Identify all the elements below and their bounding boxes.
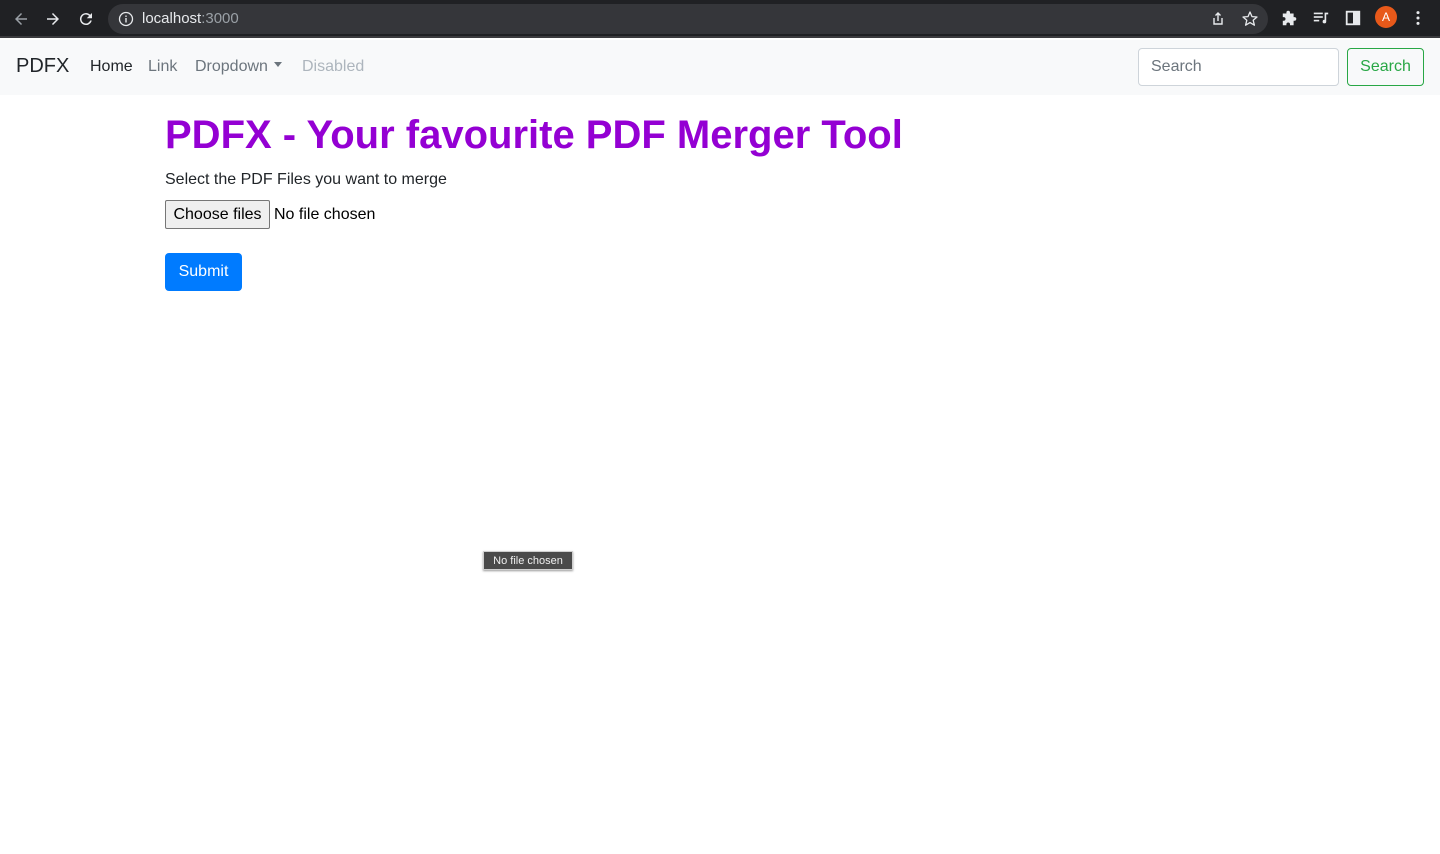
menu-icon[interactable] (1407, 7, 1429, 29)
file-status-text: No file chosen (274, 206, 376, 223)
nav-dropdown-label: Dropdown (195, 58, 268, 75)
choose-files-button[interactable]: Choose files (165, 200, 270, 229)
url-port: :3000 (201, 10, 239, 27)
url-host: localhost (142, 10, 202, 27)
info-icon[interactable] (118, 11, 134, 27)
nav-link-link[interactable]: Link (148, 58, 177, 76)
browser-toolbar: localhost:3000 A (0, 0, 1440, 38)
star-icon[interactable] (1241, 10, 1259, 28)
nav-link-home[interactable]: Home (90, 58, 133, 76)
navbar: PDFX Home Link Dropdown Disabled Search (0, 40, 1440, 95)
nav-dropdown[interactable]: Dropdown (195, 58, 282, 76)
extensions-icon[interactable] (1279, 7, 1301, 29)
tooltip: No file chosen (483, 551, 573, 570)
address-bar[interactable]: localhost:3000 (108, 4, 1268, 34)
page-title: PDFX - Your favourite PDF Merger Tool (165, 113, 903, 157)
search-input[interactable] (1138, 48, 1339, 86)
navbar-brand[interactable]: PDFX (16, 55, 69, 78)
share-icon[interactable] (1209, 10, 1227, 28)
search-button[interactable]: Search (1347, 48, 1424, 86)
file-prompt-label: Select the PDF Files you want to merge (165, 171, 447, 188)
forward-icon[interactable] (41, 7, 65, 31)
profile-avatar[interactable]: A (1375, 6, 1397, 28)
submit-button[interactable]: Submit (165, 253, 242, 291)
media-icon[interactable] (1310, 7, 1332, 29)
reload-icon[interactable] (74, 7, 98, 31)
caret-down-icon (273, 62, 282, 68)
sidepanel-icon[interactable] (1342, 7, 1364, 29)
nav-link-disabled: Disabled (302, 58, 365, 75)
back-icon[interactable] (9, 7, 33, 31)
url-text: localhost:3000 (142, 10, 239, 27)
